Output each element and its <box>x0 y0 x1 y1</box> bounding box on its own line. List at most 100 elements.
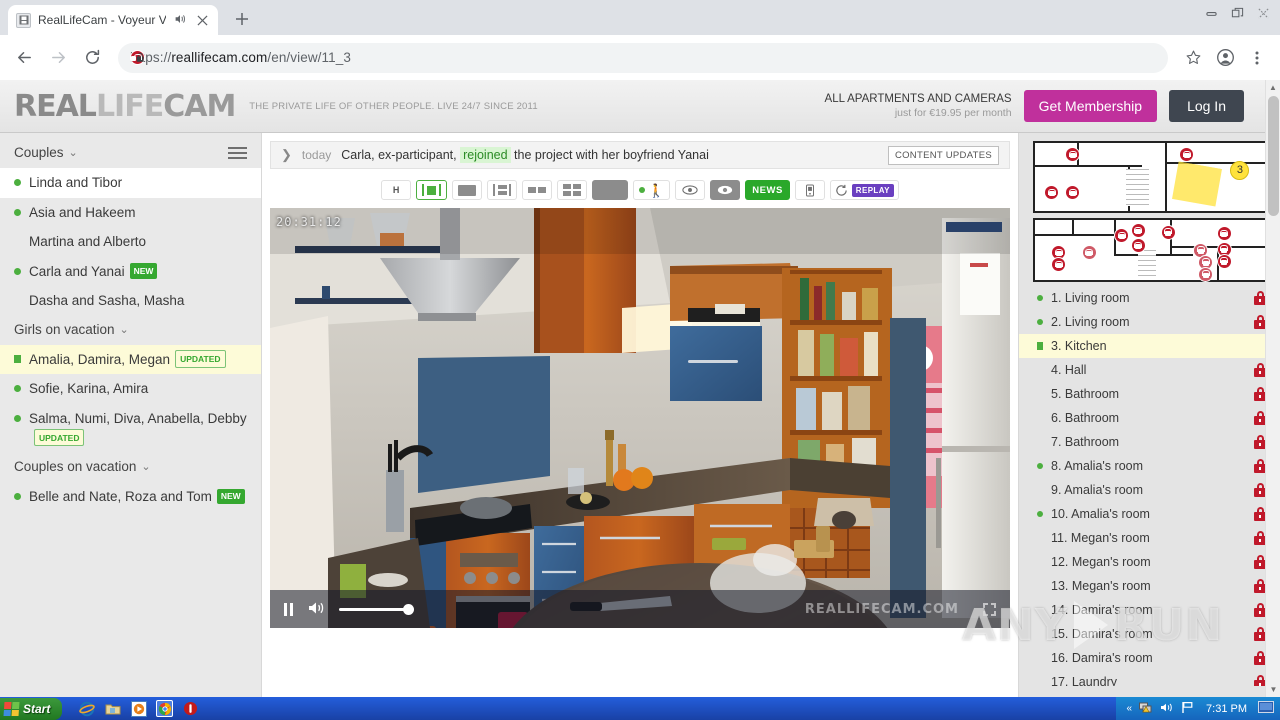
room-list-item[interactable]: 15. Damira's room <box>1019 622 1280 646</box>
forward-arrow-icon[interactable] <box>42 42 74 74</box>
volume-knob[interactable] <box>403 603 414 615</box>
padlock-icon[interactable] <box>1114 228 1130 244</box>
news-icon[interactable]: NEWS <box>745 180 790 200</box>
sidebar-item-belle-and-nate-roza-and-tom[interactable]: Belle and Nate, Roza and Tom NEW <box>0 482 261 512</box>
single-pane-icon[interactable] <box>416 180 448 200</box>
sidebar-item-dasha-and-sasha-masha[interactable]: Dasha and Sasha, Masha <box>0 286 261 316</box>
kebab-menu-icon[interactable] <box>1242 43 1272 73</box>
reload-icon[interactable] <box>76 42 108 74</box>
split-left-icon[interactable] <box>487 180 518 200</box>
page-scroll-up[interactable]: ▲ <box>1266 80 1280 95</box>
page-scroll-thumb[interactable] <box>1268 96 1279 216</box>
padlock-icon[interactable] <box>1216 226 1232 241</box>
room-list-item[interactable]: 1. Living room <box>1019 286 1280 310</box>
padlock-icon[interactable] <box>1160 224 1176 240</box>
room-list-item[interactable]: 12. Megan's room <box>1019 550 1280 574</box>
sidebar-group-header[interactable]: Girls on vacation ⌄ <box>0 316 261 345</box>
floor-plan-lower[interactable] <box>1033 218 1270 282</box>
account-avatar-icon[interactable] <box>1210 43 1240 73</box>
four-pane-icon[interactable] <box>557 180 588 200</box>
room-list-item[interactable]: 13. Megan's room <box>1019 574 1280 598</box>
sidebar-item-carla-and-yanai[interactable]: Carla and Yanai NEW <box>0 257 261 287</box>
back-arrow-icon[interactable] <box>8 42 40 74</box>
page-scrollbar[interactable]: ▲ ▼ <box>1265 80 1280 697</box>
padlock-icon[interactable] <box>1130 223 1146 238</box>
new-tab-button[interactable] <box>228 5 256 33</box>
room-list-item[interactable]: 17. Laundry <box>1019 670 1280 686</box>
wide-pane-icon[interactable] <box>452 180 483 200</box>
replay-button[interactable]: REPLAY <box>829 180 899 200</box>
record-icon[interactable] <box>182 700 199 717</box>
padlock-icon[interactable] <box>1198 266 1214 282</box>
internet-explorer-icon[interactable] <box>78 700 95 717</box>
padlock-icon[interactable] <box>1081 245 1097 261</box>
sidebar-group-header[interactable]: Couples on vacation ⌄ <box>0 453 261 482</box>
hamburger-menu-icon[interactable] <box>228 146 247 159</box>
get-membership-button[interactable]: Get Membership <box>1023 90 1158 122</box>
volume-slider[interactable] <box>339 603 414 615</box>
page-scroll-down[interactable]: ▼ <box>1266 682 1280 697</box>
hd-icon[interactable]: H <box>381 180 412 200</box>
show-hidden-icons-icon[interactable]: « <box>1126 703 1132 714</box>
close-icon[interactable] <box>194 12 210 28</box>
speaker-icon[interactable] <box>173 12 187 29</box>
media-player-icon[interactable] <box>130 700 147 717</box>
room-list-item[interactable]: 14. Damira's room <box>1019 598 1280 622</box>
star-icon[interactable] <box>1178 43 1208 73</box>
padlock-icon[interactable] <box>1065 185 1081 201</box>
floor-plan[interactable]: ▾ 3 <box>1033 141 1270 282</box>
flag-icon[interactable] <box>1181 701 1195 717</box>
volume-icon[interactable] <box>1160 701 1174 717</box>
network-warning-icon[interactable] <box>1139 701 1153 717</box>
room-list-item[interactable]: 2. Living room <box>1019 310 1280 334</box>
room-list-item[interactable]: 7. Bathroom <box>1019 430 1280 454</box>
chevron-down-icon[interactable]: ⌄ <box>141 460 150 473</box>
restore-icon[interactable] <box>1224 2 1250 24</box>
browser-tab[interactable]: RealLifeCam - Voyeur Videos, H <box>8 5 218 35</box>
mobile-phone-icon[interactable] <box>794 180 825 200</box>
room-list-item[interactable]: 16. Damira's room <box>1019 646 1280 670</box>
full-pane-icon[interactable] <box>592 180 629 200</box>
fullscreen-icon[interactable] <box>983 602 996 616</box>
chrome-icon[interactable] <box>156 700 174 717</box>
room-list-item[interactable]: 5. Bathroom <box>1019 382 1280 406</box>
sidebar-item-asia-and-hakeem[interactable]: Asia and Hakeem <box>0 198 261 228</box>
room-list-item[interactable]: 9. Amalia's room <box>1019 478 1280 502</box>
volume-icon[interactable] <box>307 600 325 619</box>
start-button[interactable]: Start <box>0 697 63 720</box>
taskbar-clock[interactable]: 7:31 PM <box>1206 703 1247 715</box>
folder-icon[interactable] <box>104 700 121 717</box>
video-player[interactable]: 20:31:12 REALLIFECAM.COM <box>270 208 1010 628</box>
sidebar-group-header[interactable]: Couples ⌄ <box>0 139 261 168</box>
room-list-item[interactable]: 10. Amalia's room <box>1019 502 1280 526</box>
pause-icon[interactable] <box>284 602 293 616</box>
sidebar-item-sofie-karina-amira[interactable]: Sofie, Karina, Amira <box>0 374 261 404</box>
sidebar-item-linda-and-tibor[interactable]: Linda and Tibor <box>0 168 261 198</box>
chevron-down-icon[interactable]: ⌄ <box>120 323 129 336</box>
room-list-item[interactable]: 11. Megan's room <box>1019 526 1280 550</box>
sidebar-item-salma-numi-diva-anabella-debby[interactable]: Salma, Numi, Diva, Anabella, DebbyUPDATE… <box>0 404 261 453</box>
eye-icon[interactable] <box>675 180 706 200</box>
eye-filled-icon[interactable] <box>710 180 741 200</box>
chevron-down-icon[interactable]: ⌄ <box>69 146 78 159</box>
content-updates-button[interactable]: CONTENT UPDATES <box>887 145 999 165</box>
news-text[interactable]: Carla, ex-participant, rejoined the proj… <box>341 147 709 163</box>
chevron-right-icon[interactable]: ❯ <box>281 147 292 163</box>
sidebar-item-martina-and-alberto[interactable]: Martina and Alberto <box>0 227 261 257</box>
room-list-item[interactable]: 3. Kitchen <box>1019 334 1280 358</box>
log-in-button[interactable]: Log In <box>1169 90 1244 122</box>
padlock-icon[interactable] <box>1051 257 1067 273</box>
floor-plan-upper[interactable]: 3 <box>1033 141 1270 213</box>
walking-person-icon[interactable]: 🚶 <box>633 180 671 200</box>
show-desktop-icon[interactable] <box>1258 700 1274 717</box>
site-logo[interactable]: REALLIFECAM <box>14 89 236 124</box>
active-camera-marker[interactable]: 3 <box>1230 160 1250 180</box>
padlock-icon[interactable] <box>1179 147 1195 163</box>
close-icon[interactable] <box>1250 2 1276 24</box>
two-pane-icon[interactable] <box>522 180 553 200</box>
address-bar[interactable]: https://reallifecam.com/en/view/11_3 <box>118 42 1168 73</box>
minimize-icon[interactable] <box>1198 2 1224 24</box>
room-list-item[interactable]: 6. Bathroom <box>1019 406 1280 430</box>
padlock-icon[interactable] <box>1216 253 1232 269</box>
room-list-item[interactable]: 8. Amalia's room <box>1019 454 1280 478</box>
